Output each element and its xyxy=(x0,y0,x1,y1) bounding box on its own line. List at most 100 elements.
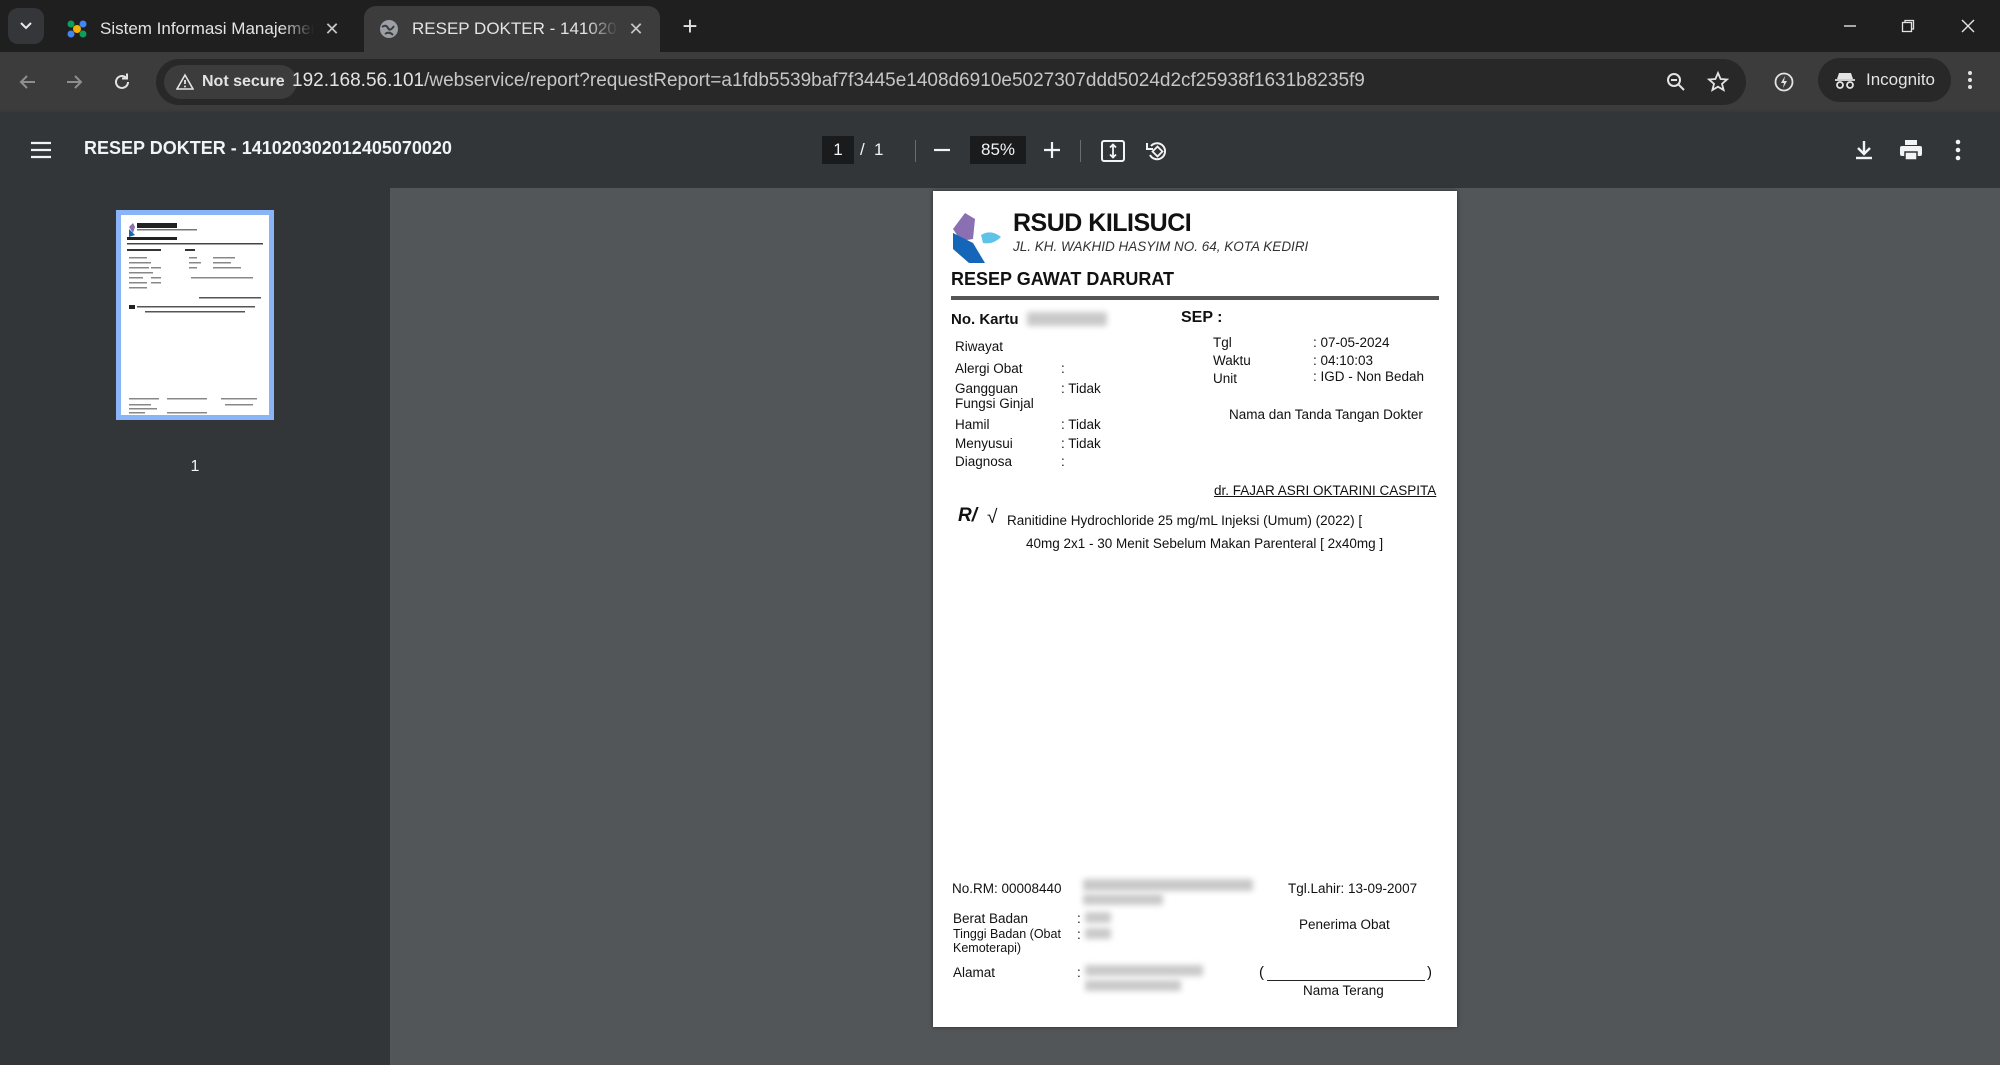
close-tab-icon[interactable]: ✕ xyxy=(322,19,342,39)
tab-sim-gudang[interactable]: Sistem Informasi Manajemen Gudang ✕ xyxy=(52,6,356,52)
rotate-icon xyxy=(1146,142,1167,161)
tinggi-badan-redacted xyxy=(1085,928,1111,939)
no-kartu-redacted xyxy=(1027,312,1107,326)
print-button[interactable] xyxy=(1898,138,1924,162)
app-favicon-icon xyxy=(67,20,87,38)
arrow-right-icon xyxy=(67,75,83,89)
patient-name-redacted xyxy=(1083,879,1253,891)
colon: : xyxy=(1077,965,1081,980)
chevron-down-icon xyxy=(20,22,32,30)
address-bar[interactable]: Not secure 192.168.56.101/webservice/rep… xyxy=(156,59,1756,105)
download-button[interactable] xyxy=(1852,138,1876,162)
colon: : xyxy=(1077,927,1081,942)
pdf-more-button[interactable] xyxy=(1948,138,1968,162)
field-label: Menyusui xyxy=(955,436,1013,451)
fit-to-page-button[interactable] xyxy=(1100,138,1126,164)
field-value: : 04:10:03 xyxy=(1313,353,1374,368)
field-label: Waktu xyxy=(1213,353,1251,368)
close-tab-icon[interactable]: ✕ xyxy=(626,19,646,39)
bookmark-star-icon[interactable] xyxy=(1706,70,1730,94)
restore-button[interactable] xyxy=(1886,8,1930,44)
alamat-redacted xyxy=(1085,980,1181,991)
zoom-in-button[interactable] xyxy=(1040,138,1064,162)
berat-badan-label: Berat Badan xyxy=(953,911,1029,926)
security-chip[interactable]: Not secure xyxy=(164,65,297,99)
document-title: RESEP GAWAT DARURAT xyxy=(951,269,1175,289)
page-thumbnail[interactable] xyxy=(116,210,274,420)
field-value: : IGD - Non Bedah xyxy=(1313,369,1425,384)
tinggi-badan-label: Tinggi Badan (Obat xyxy=(953,927,1061,941)
thumbnail-page-number: 1 xyxy=(190,458,200,475)
extension-icon[interactable] xyxy=(1772,70,1796,94)
doctor-sign-label: Nama dan Tanda Tangan Dokter xyxy=(1229,407,1423,422)
rotate-button[interactable] xyxy=(1144,138,1170,164)
plus-icon xyxy=(1044,142,1060,158)
incognito-chip[interactable]: Incognito xyxy=(1818,58,1951,102)
incognito-icon xyxy=(1835,73,1855,89)
title-rule xyxy=(951,296,1439,300)
zoom-out-button[interactable] xyxy=(930,138,954,162)
field-value: : xyxy=(1061,454,1065,469)
tab-search-button[interactable] xyxy=(8,8,44,44)
tab-resep-dokter[interactable]: RESEP DOKTER - 14102030201240507002 ✕ xyxy=(364,6,660,52)
reload-icon xyxy=(115,73,129,89)
doctor-name: dr. FAJAR ASRI OKTARINI CASPITA xyxy=(1214,483,1437,498)
globe-icon xyxy=(380,20,398,38)
penerima-obat-label: Penerima Obat xyxy=(1299,917,1390,932)
colon: : xyxy=(1077,911,1081,926)
pdf-viewer[interactable]: RSUD KILISUCI JL. KH. WAKHID HASYIM NO. … xyxy=(390,188,2000,1065)
zoom-level-input[interactable]: 85% xyxy=(970,136,1026,164)
download-icon xyxy=(1856,141,1872,160)
medication-line-1: Ranitidine Hydrochloride 25 mg/mL Injeks… xyxy=(1007,513,1363,528)
zoom-icon[interactable] xyxy=(1664,70,1688,94)
printer-icon xyxy=(1900,140,1922,161)
sep-label: SEP : xyxy=(1181,309,1223,326)
page-number-input[interactable]: 1 xyxy=(822,136,854,164)
signature-close-paren: ) xyxy=(1427,964,1432,981)
field-label: Unit xyxy=(1213,371,1238,386)
tab-title: RESEP DOKTER - 14102030201240507002 xyxy=(412,19,618,38)
field-label: Diagnosa xyxy=(955,454,1013,469)
alamat-redacted xyxy=(1085,965,1203,976)
url-host: 192.168.56.101 xyxy=(292,70,425,91)
reload-button[interactable] xyxy=(106,66,138,98)
tab-title: Sistem Informasi Manajemen Gudang xyxy=(100,19,314,38)
fit-page-icon xyxy=(1101,140,1125,162)
hospital-name: RSUD KILISUCI xyxy=(1013,209,1192,237)
back-button[interactable] xyxy=(12,66,44,98)
field-value: : xyxy=(1061,361,1065,376)
pdf-toolbar: RESEP DOKTER - 141020302012405070020 1 /… xyxy=(0,112,2000,188)
close-window-button[interactable] xyxy=(1946,8,1990,44)
field-value: : Tidak xyxy=(1061,436,1101,451)
nama-terang-label: Nama Terang xyxy=(1303,983,1384,998)
new-tab-button[interactable]: + xyxy=(676,12,704,40)
forward-button[interactable] xyxy=(58,66,90,98)
tinggi-badan-label-cont: Kemoterapi) xyxy=(953,941,1022,955)
kebab-menu-icon xyxy=(1955,139,1961,161)
field-value: : 07-05-2024 xyxy=(1313,335,1390,350)
field-label: Hamil xyxy=(955,417,990,432)
tab-strip: Sistem Informasi Manajemen Gudang ✕ RESE… xyxy=(0,0,2000,52)
field-label: Alergi Obat xyxy=(955,361,1023,376)
hamburger-menu-icon xyxy=(31,141,51,159)
close-icon xyxy=(1961,19,1975,33)
no-rm: No.RM: 00008440 xyxy=(952,881,1062,896)
kebab-menu-icon xyxy=(1968,71,1972,89)
berat-badan-redacted xyxy=(1085,912,1111,923)
field-label: Fungsi Ginjal xyxy=(955,396,1034,411)
arrow-left-icon xyxy=(19,75,35,89)
thumbnail-sidebar: 1 xyxy=(0,188,390,1065)
toolbar-divider xyxy=(915,140,916,162)
field-label: Tgl xyxy=(1213,335,1232,350)
no-kartu-label: No. Kartu xyxy=(951,311,1019,328)
sidebar-toggle-button[interactable] xyxy=(28,138,54,162)
url-text[interactable]: 192.168.56.101/webservice/report?request… xyxy=(292,70,1365,92)
toolbar-divider xyxy=(1080,140,1081,162)
field-label: Gangguan xyxy=(955,381,1019,396)
minimize-button[interactable] xyxy=(1828,8,1872,44)
page-total: 1 xyxy=(874,140,884,159)
browser-menu-button[interactable] xyxy=(1958,68,1982,92)
medication-line-2: 40mg 2x1 - 30 Menit Sebelum Makan Parent… xyxy=(1026,536,1384,551)
browser-toolbar: Not secure 192.168.56.101/webservice/rep… xyxy=(0,52,2000,112)
pdf-title: RESEP DOKTER - 141020302012405070020 xyxy=(84,138,452,158)
